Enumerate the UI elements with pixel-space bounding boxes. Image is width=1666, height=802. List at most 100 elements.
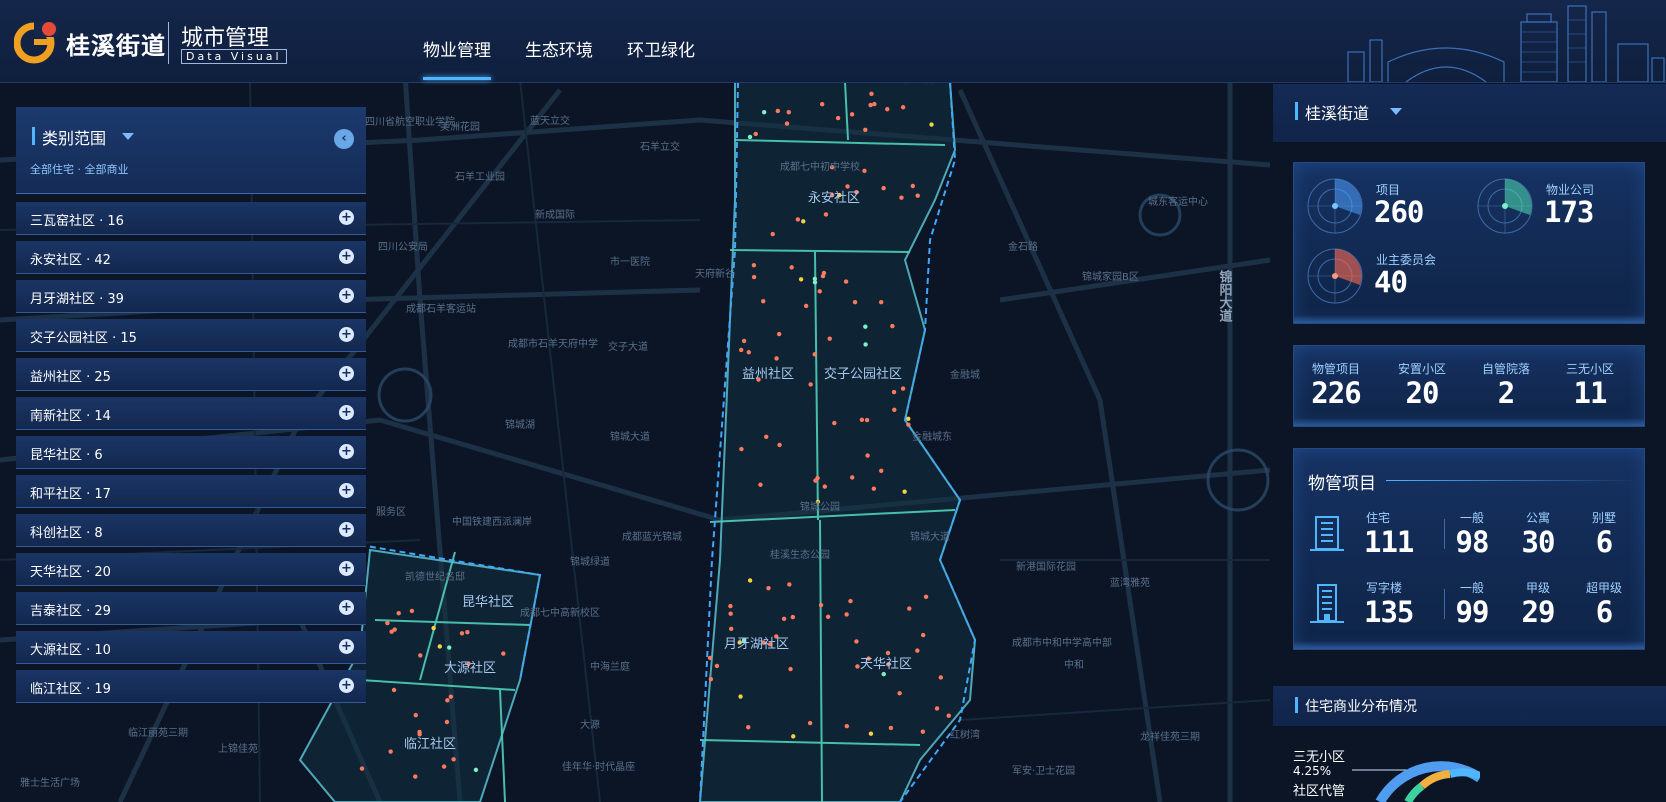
map-marker[interactable] <box>897 691 902 696</box>
map-marker[interactable] <box>817 289 822 294</box>
community-list-item[interactable]: 天华社区 · 20 + <box>16 553 366 586</box>
plus-icon[interactable]: + <box>339 522 354 537</box>
map-marker[interactable] <box>825 614 831 619</box>
map-marker[interactable] <box>448 694 454 699</box>
map-marker[interactable] <box>758 482 763 487</box>
map-marker[interactable] <box>707 655 713 661</box>
map-marker[interactable] <box>766 585 771 591</box>
map-marker[interactable] <box>801 219 806 224</box>
tab-property[interactable]: 物业管理 <box>423 0 491 82</box>
map-marker[interactable] <box>784 121 790 126</box>
map-marker[interactable] <box>746 350 751 355</box>
map-marker[interactable] <box>902 489 907 494</box>
map-marker[interactable] <box>465 629 470 635</box>
map-marker[interactable] <box>818 602 824 608</box>
map-marker[interactable] <box>789 265 794 270</box>
map-marker[interactable] <box>878 299 884 305</box>
community-list-item[interactable]: 大源社区 · 10 + <box>16 631 366 664</box>
map-marker[interactable] <box>891 389 897 395</box>
community-list-item[interactable]: 和平社区 · 17 + <box>16 475 366 508</box>
chevron-down-icon[interactable] <box>122 133 134 140</box>
map-marker[interactable] <box>751 263 757 268</box>
map-marker[interactable] <box>899 195 904 200</box>
plus-icon[interactable]: + <box>339 405 354 420</box>
map-marker[interactable] <box>741 338 747 344</box>
plus-icon[interactable]: + <box>339 210 354 225</box>
map-marker[interactable] <box>807 720 813 726</box>
chevron-down-icon[interactable] <box>1390 108 1402 115</box>
map-marker[interactable] <box>728 603 733 609</box>
map-marker[interactable] <box>753 131 758 137</box>
map-marker[interactable] <box>900 386 906 391</box>
plus-icon[interactable]: + <box>339 678 354 693</box>
map-marker[interactable] <box>885 106 890 112</box>
map-marker[interactable] <box>915 648 920 653</box>
map-marker[interactable] <box>910 183 916 189</box>
map-marker[interactable] <box>413 712 418 718</box>
map-marker[interactable] <box>835 115 841 121</box>
map-marker[interactable] <box>822 484 828 489</box>
map-marker[interactable] <box>863 324 868 329</box>
map-marker[interactable] <box>786 109 791 115</box>
map-marker[interactable] <box>385 620 390 626</box>
plus-icon[interactable]: + <box>339 249 354 264</box>
map-marker[interactable] <box>863 342 868 347</box>
map-marker[interactable] <box>445 698 450 703</box>
map-marker[interactable] <box>946 713 951 718</box>
map-marker[interactable] <box>795 217 801 222</box>
map-marker[interactable] <box>359 766 365 771</box>
map-marker[interactable] <box>900 105 906 110</box>
community-list-item[interactable]: 南新社区 · 14 + <box>16 397 366 430</box>
map-marker[interactable] <box>459 631 465 636</box>
map-marker[interactable] <box>437 644 443 649</box>
map-marker[interactable] <box>827 336 832 341</box>
plus-icon[interactable]: + <box>339 600 354 615</box>
map-marker[interactable] <box>819 102 825 107</box>
map-marker[interactable] <box>409 608 415 614</box>
map-marker[interactable] <box>392 627 397 632</box>
plus-icon[interactable]: + <box>339 288 354 303</box>
map-marker[interactable] <box>391 687 397 693</box>
map-marker[interactable] <box>907 606 912 611</box>
community-list-item[interactable]: 昆华社区 · 6 + <box>16 436 366 469</box>
map-marker[interactable] <box>868 731 874 736</box>
map-marker[interactable] <box>396 611 401 616</box>
map-marker[interactable] <box>747 578 753 583</box>
map-marker[interactable] <box>920 729 926 734</box>
map-marker[interactable] <box>738 694 743 699</box>
map-marker[interactable] <box>843 279 849 284</box>
map-marker[interactable] <box>739 446 744 452</box>
map-marker[interactable] <box>813 478 818 483</box>
map-marker[interactable] <box>808 382 813 387</box>
collapse-left-icon[interactable]: ‹ <box>334 129 354 149</box>
map-marker[interactable] <box>775 108 781 114</box>
map-marker[interactable] <box>844 612 849 617</box>
plus-icon[interactable]: + <box>339 483 354 498</box>
map-marker[interactable] <box>849 112 855 117</box>
map-marker[interactable] <box>738 347 744 353</box>
map-marker[interactable] <box>820 273 826 279</box>
map-marker[interactable] <box>776 331 782 337</box>
map-marker[interactable] <box>879 468 884 474</box>
map-marker[interactable] <box>885 650 891 656</box>
map-marker[interactable] <box>888 725 894 731</box>
map-marker[interactable] <box>906 422 911 427</box>
map-marker[interactable] <box>728 611 733 616</box>
map-marker[interactable] <box>787 582 792 587</box>
map-marker[interactable] <box>798 277 804 282</box>
community-list-item[interactable]: 月牙湖社区 · 39 + <box>16 280 366 313</box>
map-marker[interactable] <box>431 625 436 631</box>
map-marker[interactable] <box>881 185 886 191</box>
map-marker[interactable] <box>869 91 874 97</box>
map-marker[interactable] <box>441 764 447 769</box>
map-marker[interactable] <box>788 666 793 672</box>
map-marker[interactable] <box>812 352 817 357</box>
community-list-item[interactable]: 益州社区 · 25 + <box>16 358 366 391</box>
map-marker[interactable] <box>852 299 858 305</box>
map-marker[interactable] <box>761 110 767 115</box>
map-marker[interactable] <box>850 475 855 480</box>
street-selector[interactable]: 桂溪街道 <box>1273 84 1666 142</box>
community-list-item[interactable]: 临江社区 · 19 + <box>16 670 366 703</box>
map-marker[interactable] <box>832 420 837 426</box>
tab-ecology[interactable]: 生态环境 <box>525 0 593 82</box>
